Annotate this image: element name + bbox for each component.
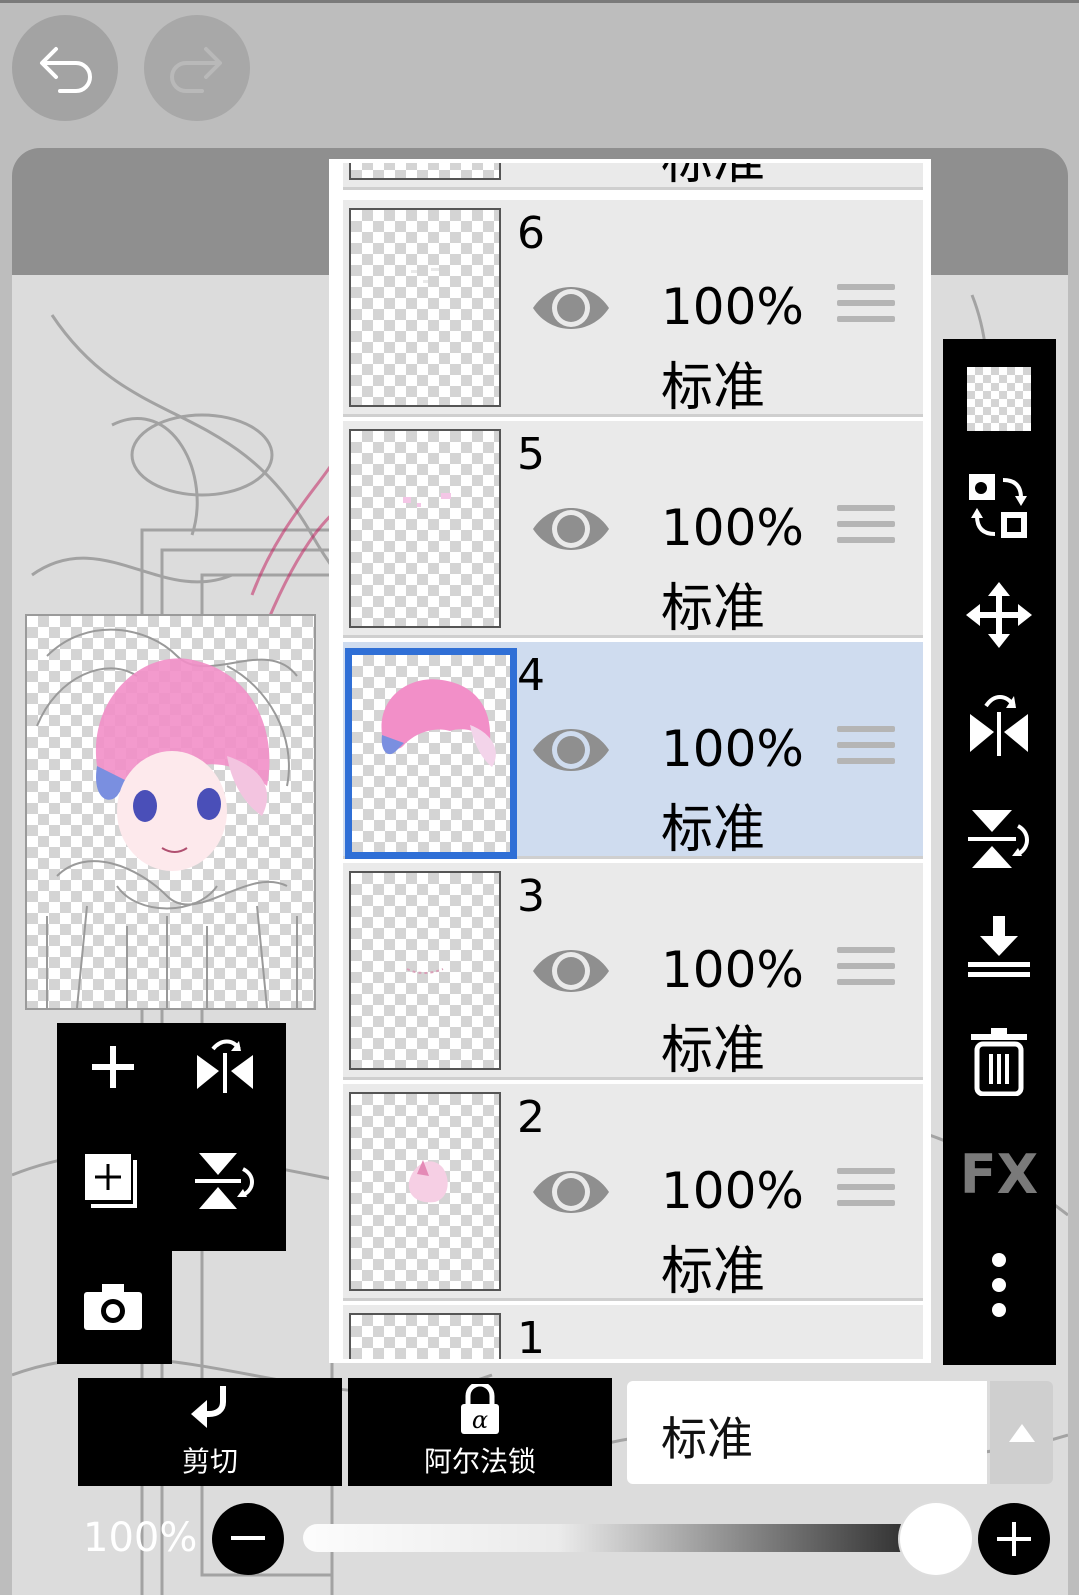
flip-vertical-button[interactable] — [185, 1141, 265, 1221]
flip-vertical-icon — [968, 810, 1029, 868]
eye-icon[interactable] — [531, 941, 611, 1001]
layer-row-partial-bottom[interactable]: 1 — [343, 1305, 923, 1363]
more-options-button[interactable] — [957, 1245, 1041, 1325]
layer-thumbnail — [349, 1313, 501, 1359]
flip-horizontal-icon — [197, 1039, 253, 1093]
layer-thumbnail — [349, 1092, 501, 1291]
eye-icon[interactable] — [531, 278, 611, 338]
layer-row[interactable]: 2 100% 标准 — [343, 1084, 923, 1302]
redo-arrow-icon — [170, 47, 222, 93]
blend-mode-select[interactable]: 标准 — [627, 1381, 987, 1484]
layer-row[interactable]: 6 100% 标准 — [343, 200, 923, 418]
minus-icon — [231, 1536, 265, 1540]
layer-blend-mode: 标准 — [661, 800, 766, 860]
redo-button[interactable] — [144, 15, 250, 121]
lock-icon: α — [461, 1384, 499, 1434]
layer-row[interactable]: 5 100% 标准 — [343, 421, 923, 639]
layer-row-selected[interactable]: 4 100% 标准 — [343, 642, 923, 860]
move-icon — [966, 582, 1032, 648]
layer-opacity: 100% — [661, 278, 804, 336]
layer-thumbnail — [349, 871, 501, 1070]
blend-mode-value: 标准 — [661, 1412, 753, 1466]
layer-opacity: 100% — [661, 720, 804, 778]
layer-opacity: 100% — [661, 941, 804, 999]
opacity-slider-knob[interactable] — [900, 1503, 972, 1575]
drag-handle-icon[interactable] — [837, 726, 895, 776]
right-toolbar: FX — [943, 339, 1056, 1365]
left-toolbar — [57, 1023, 286, 1251]
layer-opacity: 100% — [661, 1162, 804, 1220]
drag-handle-icon[interactable] — [837, 505, 895, 555]
layer-blend-mode: 标准 — [661, 159, 766, 191]
trash-icon — [971, 1028, 1027, 1096]
svg-text:α: α — [472, 1406, 488, 1434]
layer-thumbnail — [349, 163, 501, 180]
layer-number: 6 — [517, 208, 545, 259]
canvas-preview-thumbnail[interactable] — [25, 614, 316, 1010]
layer-blend-mode: 标准 — [661, 1021, 766, 1081]
fx-icon: FX — [959, 1142, 1039, 1206]
plus-icon — [997, 1522, 1031, 1556]
alpha-lock-label: 阿尔法锁 — [423, 1445, 536, 1478]
delete-layer-button[interactable] — [957, 1021, 1041, 1101]
layer-number: 5 — [517, 429, 545, 480]
layer-number: 3 — [517, 871, 545, 922]
flip-vertical-button[interactable] — [957, 799, 1041, 879]
opacity-label: 100% — [83, 1515, 198, 1561]
camera-tool-box — [57, 1251, 172, 1364]
clip-button[interactable]: 剪切 — [78, 1378, 342, 1486]
flip-vertical-icon — [195, 1153, 254, 1209]
layer-blend-mode: 标准 — [661, 579, 766, 639]
duplicate-layer-icon — [85, 1154, 137, 1208]
alpha-lock-button[interactable]: α 阿尔法锁 — [348, 1378, 612, 1486]
preview-artwork — [36, 628, 298, 1008]
flip-horizontal-button[interactable] — [957, 685, 1041, 765]
undo-arrow-icon — [40, 47, 92, 93]
layer-row[interactable]: 3 100% 标准 — [343, 863, 923, 1081]
flip-horizontal-icon — [970, 695, 1028, 756]
layer-blend-mode: 标准 — [661, 358, 766, 418]
layer-number: 4 — [517, 650, 545, 701]
undo-button[interactable] — [12, 15, 118, 121]
merge-down-icon — [968, 916, 1030, 977]
drag-handle-icon[interactable] — [837, 1168, 895, 1218]
add-layer-icon — [92, 1046, 134, 1088]
camera-button[interactable] — [73, 1267, 153, 1347]
move-button[interactable] — [957, 575, 1041, 655]
transparency-button[interactable] — [957, 359, 1041, 439]
duplicate-layer-button[interactable] — [73, 1141, 153, 1221]
layer-row-partial-top[interactable]: 标准 — [343, 159, 923, 191]
caret-up-icon — [1008, 1423, 1035, 1442]
clip-arrow-icon — [191, 1386, 226, 1428]
layer-opacity: 100% — [661, 499, 804, 557]
blend-mode-dropdown-button[interactable] — [990, 1381, 1053, 1484]
add-layer-button[interactable] — [73, 1027, 153, 1107]
fx-button[interactable]: FX — [957, 1134, 1041, 1214]
eye-icon[interactable] — [531, 499, 611, 559]
drag-handle-icon[interactable] — [837, 284, 895, 334]
layer-number: 1 — [517, 1313, 545, 1363]
merge-down-button[interactable] — [957, 907, 1041, 987]
layer-thumbnail — [349, 429, 501, 628]
opacity-decrease-button[interactable] — [212, 1503, 284, 1575]
layer-blend-mode: 标准 — [661, 1242, 766, 1302]
opacity-slider[interactable] — [303, 1524, 943, 1552]
opacity-increase-button[interactable] — [978, 1503, 1050, 1575]
camera-icon — [84, 1284, 142, 1330]
flip-horizontal-button[interactable] — [185, 1027, 265, 1107]
drag-handle-icon[interactable] — [837, 947, 895, 997]
top-bar — [0, 0, 1079, 150]
layer-number: 2 — [517, 1092, 545, 1143]
layer-list[interactable]: 标准 6 100% 标准 5 100% 标准 4 100% 标准 3 100% … — [329, 159, 931, 1363]
transparency-icon — [967, 367, 1031, 431]
more-icon — [992, 1253, 1006, 1317]
swap-layer-button[interactable] — [957, 467, 1041, 547]
layer-thumbnail — [349, 208, 501, 407]
layer-thumbnail — [345, 648, 517, 859]
clip-label: 剪切 — [181, 1445, 238, 1478]
swap-layer-icon — [969, 474, 1027, 538]
eye-icon[interactable] — [531, 1162, 611, 1222]
eye-icon[interactable] — [531, 720, 611, 780]
